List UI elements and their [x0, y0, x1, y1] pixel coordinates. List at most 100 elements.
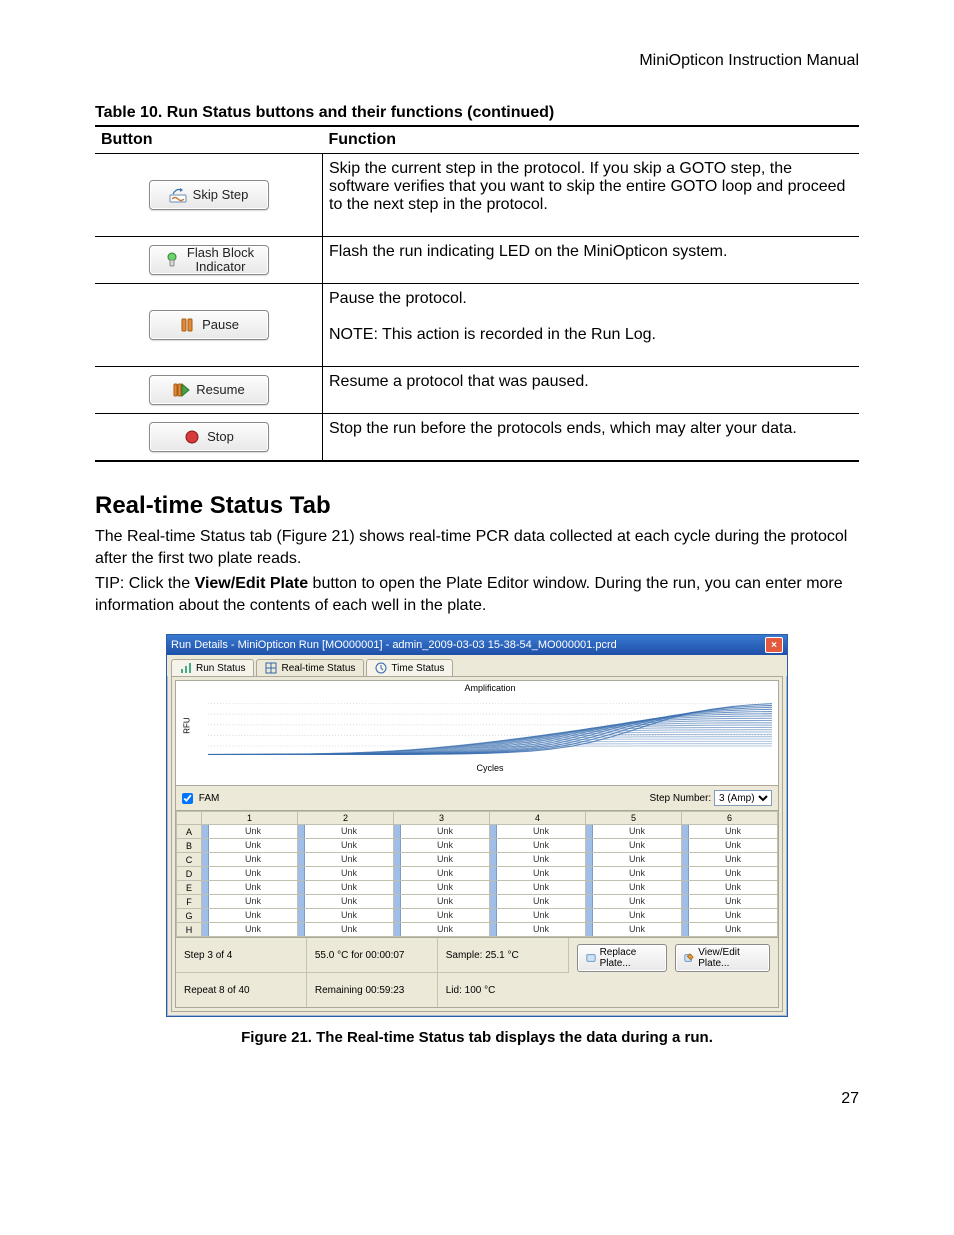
- plate-well[interactable]: Unk: [586, 839, 682, 853]
- plate-well[interactable]: Unk: [682, 881, 778, 895]
- pause-button[interactable]: Pause: [149, 310, 269, 340]
- plate-well[interactable]: Unk: [586, 923, 682, 937]
- plate-well[interactable]: Unk: [586, 909, 682, 923]
- plate-row-header: E: [177, 881, 202, 895]
- tab-time-status[interactable]: Time Status: [366, 659, 453, 676]
- plate-well[interactable]: Unk: [298, 825, 394, 839]
- plate-well[interactable]: Unk: [490, 825, 586, 839]
- plate-row-header: B: [177, 839, 202, 853]
- plate-well[interactable]: Unk: [682, 923, 778, 937]
- plate-well[interactable]: Unk: [298, 867, 394, 881]
- plate-well[interactable]: Unk: [586, 895, 682, 909]
- step-number-label: Step Number:: [650, 793, 712, 804]
- status-temp-time: 55.0 °C for 00:00:07: [307, 938, 438, 972]
- plate-well[interactable]: Unk: [490, 853, 586, 867]
- status-repeat: Repeat 8 of 40: [176, 972, 307, 1007]
- plate-well[interactable]: Unk: [202, 867, 298, 881]
- plate-well[interactable]: Unk: [202, 839, 298, 853]
- plate-well[interactable]: Unk: [490, 881, 586, 895]
- plate-row: CUnkUnkUnkUnkUnkUnk: [177, 853, 778, 867]
- plate-well[interactable]: Unk: [394, 825, 490, 839]
- stop-button[interactable]: Stop: [149, 422, 269, 452]
- replace-plate-button[interactable]: Replace Plate...: [577, 944, 668, 972]
- plate-well[interactable]: Unk: [202, 923, 298, 937]
- plate-row: EUnkUnkUnkUnkUnkUnk: [177, 881, 778, 895]
- table-row: Flash Block Indicator Flash the run indi…: [95, 237, 859, 284]
- x-axis-label: Cycles: [208, 763, 772, 773]
- plate-well[interactable]: Unk: [490, 909, 586, 923]
- fam-checkbox-input[interactable]: [182, 793, 193, 804]
- plate-well[interactable]: Unk: [586, 867, 682, 881]
- step-number-select[interactable]: 3 (Amp): [714, 790, 772, 806]
- plate-well[interactable]: Unk: [586, 853, 682, 867]
- plate-well[interactable]: Unk: [682, 839, 778, 853]
- flash-block-icon: [163, 251, 181, 269]
- plate-well[interactable]: Unk: [586, 881, 682, 895]
- plate-well[interactable]: Unk: [394, 839, 490, 853]
- plate-row: BUnkUnkUnkUnkUnkUnk: [177, 839, 778, 853]
- status-lid: Lid: 100 °C: [438, 972, 569, 1007]
- plate-col-header: 3: [394, 812, 490, 825]
- plate-well[interactable]: Unk: [682, 909, 778, 923]
- plate-well[interactable]: Unk: [298, 881, 394, 895]
- plate-well[interactable]: Unk: [490, 867, 586, 881]
- y-axis-label: RFU: [183, 718, 192, 734]
- table-caption: Table 10. Run Status buttons and their f…: [95, 104, 859, 122]
- function-text: Flash the run indicating LED on the Mini…: [323, 237, 860, 284]
- section-heading: Real-time Status Tab: [95, 492, 859, 520]
- plate-well[interactable]: Unk: [682, 825, 778, 839]
- plate-well[interactable]: Unk: [298, 895, 394, 909]
- tab-realtime-status[interactable]: Real-time Status: [256, 659, 364, 676]
- plate-well[interactable]: Unk: [490, 923, 586, 937]
- plate-row: FUnkUnkUnkUnkUnkUnk: [177, 895, 778, 909]
- plate-well[interactable]: Unk: [298, 923, 394, 937]
- function-text: Resume a protocol that was paused.: [323, 367, 860, 414]
- window-title: Run Details - MiniOpticon Run [MO000001]…: [171, 639, 617, 651]
- function-text: Skip the current step in the protocol. I…: [323, 154, 860, 237]
- plate-well[interactable]: Unk: [394, 881, 490, 895]
- content-pane: Amplification RFU Cycles FAM Step Number…: [171, 676, 783, 1012]
- plate-well[interactable]: Unk: [202, 881, 298, 895]
- plate-well[interactable]: Unk: [298, 839, 394, 853]
- plate-well[interactable]: Unk: [586, 825, 682, 839]
- edit-plate-icon: [684, 952, 694, 964]
- close-icon[interactable]: ×: [765, 637, 783, 653]
- plate-col-header: 1: [202, 812, 298, 825]
- plate-well[interactable]: Unk: [202, 853, 298, 867]
- table-row: Stop Stop the run before the protocols e…: [95, 414, 859, 462]
- plate-well[interactable]: Unk: [394, 895, 490, 909]
- resume-button[interactable]: Resume: [149, 375, 269, 405]
- button-label: Skip Step: [193, 188, 249, 202]
- plate-well[interactable]: Unk: [298, 909, 394, 923]
- plate-well[interactable]: Unk: [298, 853, 394, 867]
- col-button: Button: [95, 126, 323, 154]
- plate-icon: [586, 952, 596, 964]
- plate-well[interactable]: Unk: [394, 853, 490, 867]
- tab-run-status[interactable]: Run Status: [171, 659, 254, 676]
- table-row: Pause Pause the protocol. NOTE: This act…: [95, 284, 859, 367]
- skip-step-button[interactable]: Skip Step: [149, 180, 269, 210]
- plate-well[interactable]: Unk: [394, 909, 490, 923]
- plate-well[interactable]: Unk: [490, 895, 586, 909]
- plate-well[interactable]: Unk: [202, 825, 298, 839]
- plate-well[interactable]: Unk: [682, 895, 778, 909]
- table-row: Skip Step Skip the current step in the p…: [95, 154, 859, 237]
- view-edit-plate-button[interactable]: View/Edit Plate...: [675, 944, 770, 972]
- plate-row-header: D: [177, 867, 202, 881]
- plate-well[interactable]: Unk: [394, 867, 490, 881]
- plate-well[interactable]: Unk: [202, 895, 298, 909]
- plate-col-header: 5: [586, 812, 682, 825]
- button-label: Resume: [196, 383, 244, 397]
- plate-well[interactable]: Unk: [682, 853, 778, 867]
- stop-icon: [183, 428, 201, 446]
- running-header: MiniOpticon Instruction Manual: [95, 52, 859, 70]
- plate-well[interactable]: Unk: [202, 909, 298, 923]
- pause-icon: [178, 316, 196, 334]
- flash-block-button[interactable]: Flash Block Indicator: [149, 245, 269, 275]
- plate-well[interactable]: Unk: [682, 867, 778, 881]
- plate-well[interactable]: Unk: [490, 839, 586, 853]
- amplification-chart: Amplification RFU Cycles: [175, 680, 779, 786]
- plate-well[interactable]: Unk: [394, 923, 490, 937]
- figure-caption: Figure 21. The Real-time Status tab disp…: [95, 1029, 859, 1046]
- fam-checkbox[interactable]: FAM: [182, 793, 219, 804]
